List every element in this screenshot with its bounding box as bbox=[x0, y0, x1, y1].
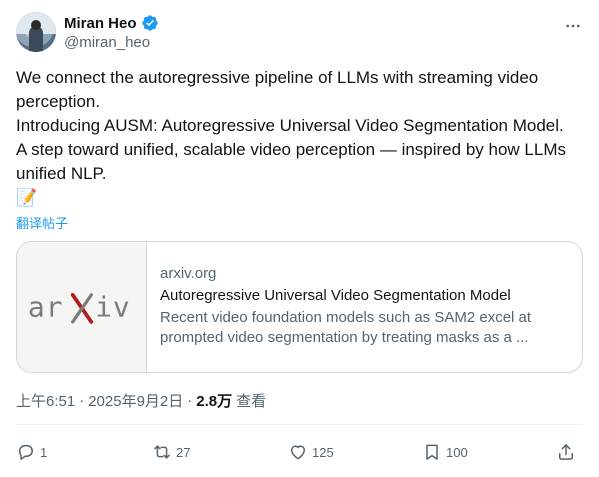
retweet-icon bbox=[154, 445, 170, 459]
avatar[interactable] bbox=[16, 12, 56, 52]
bookmark-icon bbox=[426, 444, 438, 460]
author-handle[interactable]: @miran_heo bbox=[64, 34, 150, 51]
svg-text:ar: ar bbox=[27, 290, 63, 323]
tweet-line-3: A step toward unified, scalable video pe… bbox=[16, 140, 566, 183]
tweet-line-2: Introducing AUSM: Autoregressive Univers… bbox=[16, 116, 564, 135]
heart-icon bbox=[291, 445, 305, 460]
meta-separator: · bbox=[187, 392, 193, 409]
like-count: 125 bbox=[312, 444, 334, 460]
more-horizontal-icon[interactable] bbox=[563, 16, 583, 36]
action-bar: 1 27 125 100 bbox=[16, 437, 583, 467]
share-icon bbox=[559, 444, 573, 460]
views-count: 2.8万 bbox=[196, 393, 233, 410]
card-description: Recent video foundation models such as S… bbox=[160, 309, 532, 346]
translate-post-link[interactable]: 翻译帖子 bbox=[16, 213, 68, 232]
link-preview-card[interactable]: ar iv arXiv arxiv.org Autoregressive Uni… bbox=[16, 241, 583, 373]
tweet-meta: 上午6:51 · 2025年9月2日 · 2.8万 查看 bbox=[16, 390, 266, 411]
memo-emoji: 📝 bbox=[16, 188, 38, 207]
meta-separator: · bbox=[79, 392, 85, 409]
retweet-button[interactable]: 27 bbox=[152, 437, 190, 467]
divider bbox=[16, 424, 583, 425]
like-button[interactable]: 125 bbox=[288, 437, 334, 467]
arxiv-logo: ar iv arXiv bbox=[17, 242, 147, 372]
verified-badge-icon[interactable] bbox=[141, 14, 159, 32]
svg-text:iv: iv bbox=[95, 290, 131, 323]
card-body: arxiv.org Autoregressive Universal Video… bbox=[160, 264, 570, 348]
tweet-text: We connect the autoregressive pipeline o… bbox=[16, 66, 586, 210]
share-button[interactable] bbox=[556, 437, 576, 467]
post-time[interactable]: 上午6:51 bbox=[16, 390, 75, 411]
reply-button[interactable]: 1 bbox=[16, 437, 47, 467]
post-date[interactable]: 2025年9月2日 bbox=[88, 390, 183, 411]
tweet-header: Miran Heo @miran_heo bbox=[16, 12, 583, 54]
bookmark-button[interactable]: 100 bbox=[422, 437, 468, 467]
card-title[interactable]: Autoregressive Universal Video Segmentat… bbox=[160, 286, 570, 306]
views-label: 查看 bbox=[236, 393, 267, 410]
tweet-line-1: We connect the autoregressive pipeline o… bbox=[16, 68, 539, 111]
author-display-name[interactable]: Miran Heo bbox=[64, 15, 137, 32]
bookmark-count: 100 bbox=[446, 444, 468, 460]
author-name-line: Miran Heo bbox=[64, 13, 159, 33]
reply-icon bbox=[19, 444, 33, 460]
retweet-count: 27 bbox=[176, 444, 191, 460]
card-domain: arxiv.org bbox=[160, 265, 217, 282]
reply-count: 1 bbox=[40, 444, 48, 460]
